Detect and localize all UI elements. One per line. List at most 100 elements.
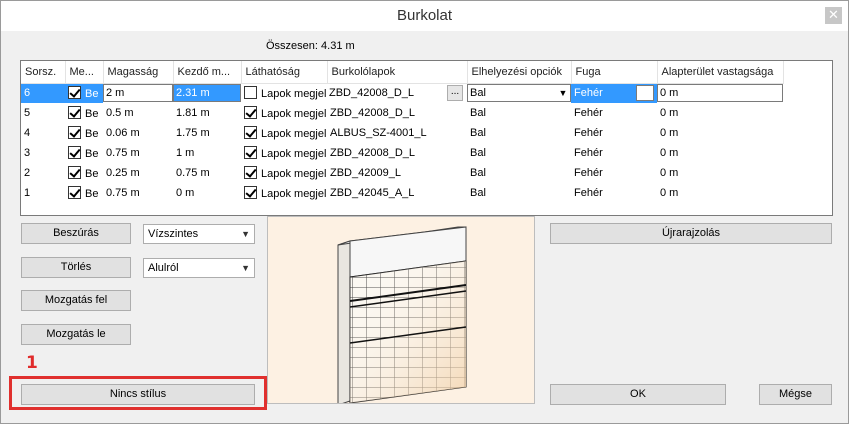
visibility-checkbox[interactable] [244,146,257,159]
cell-visibility[interactable]: Lapok megjel [241,163,327,183]
layers-table[interactable]: Sorsz. Me... Magasság Kezdő m... Látható… [20,60,833,216]
table-row[interactable]: 3 Be 0.75 m 1 m Lapok megjel ZBD_42008_D… [21,143,783,163]
table-row-selected[interactable]: 6 Be 2 m 2.31 m Lapok megjel ZBD_42008_D… [21,83,783,103]
cell-height[interactable]: 0.25 m [103,163,173,183]
cell-height[interactable]: 2 m [103,83,173,103]
cell-tiles[interactable]: ALBUS_SZ-4001_L [327,123,467,143]
cell-tiles[interactable]: ZBD_42045_A_L [327,183,467,203]
cell-height[interactable]: 0.75 m [103,183,173,203]
col-header-joint[interactable]: Fuga [571,61,658,84]
cancel-button[interactable]: Mégse [759,384,832,405]
cell-placement[interactable]: Bal [467,123,571,143]
col-header-height[interactable]: Magasság [103,61,174,84]
cell-index: 4 [24,127,31,139]
move-down-button[interactable]: Mozgatás le [21,324,131,345]
delete-button[interactable]: Törlés [21,257,131,278]
cell-visibility[interactable]: Lapok megjel [241,103,327,123]
cell-visible[interactable]: Be [65,183,103,203]
visible-checkbox[interactable] [68,146,81,159]
color-swatch[interactable] [636,85,654,102]
cell-joint[interactable]: Fehér [571,143,657,163]
redraw-button[interactable]: Újrarajzolás [550,223,832,244]
col-header-visibility[interactable]: Láthatóság [241,61,328,84]
height-input[interactable]: 2 m [103,84,173,103]
browse-tiles-button[interactable]: ... [447,85,463,102]
cell-thickness[interactable]: 0 m [657,183,783,203]
cell-thickness[interactable]: 0 m [657,123,783,143]
cell-visible[interactable]: Be [65,163,103,183]
visibility-checkbox[interactable] [244,166,257,179]
thickness-input[interactable]: 0 m [657,84,783,103]
cell-joint[interactable]: Fehér [571,83,657,103]
layers-grid: Sorsz. Me... Magasság Kezdő m... Látható… [21,61,784,203]
orientation-select[interactable]: Vízszintes ▼ [143,224,255,244]
cell-visibility[interactable]: Lapok megjel [241,83,327,103]
chevron-down-icon[interactable]: ▼ [241,259,250,277]
insert-button[interactable]: Beszúrás [21,223,131,244]
cell-placement[interactable]: Bal [467,163,571,183]
start-input[interactable]: 2.31 m [173,84,241,103]
visible-checkbox[interactable] [68,186,81,199]
table-row[interactable]: 2 Be 0.25 m 0.75 m Lapok megjel ZBD_4200… [21,163,783,183]
cell-tiles[interactable]: ZBD_42009_L [327,163,467,183]
table-row[interactable]: 4 Be 0.06 m 1.75 m Lapok megjel ALBUS_SZ… [21,123,783,143]
visible-checkbox[interactable] [68,166,81,179]
chevron-down-icon[interactable]: ▼ [556,85,570,101]
col-header-index[interactable]: Sorsz. [21,61,66,84]
cell-placement[interactable]: Bal [467,143,571,163]
cell-thickness[interactable]: 0 m [657,163,783,183]
move-up-button[interactable]: Mozgatás fel [21,290,131,311]
cell-visible[interactable]: Be [65,103,103,123]
visibility-checkbox[interactable] [244,186,257,199]
cell-joint[interactable]: Fehér [571,123,657,143]
cell-start[interactable]: 0.75 m [173,163,241,183]
ok-button[interactable]: OK [550,384,726,405]
visibility-checkbox[interactable] [244,106,257,119]
cell-visibility[interactable]: Lapok megjel [241,123,327,143]
table-row[interactable]: 1 Be 0.75 m 0 m Lapok megjel ZBD_42045_A… [21,183,783,203]
col-header-thickness[interactable]: Alapterület vastagsága [657,61,784,84]
visibility-checkbox[interactable] [244,86,257,100]
cell-start[interactable]: 1.81 m [173,103,241,123]
cell-placement[interactable]: Bal ▼ [467,83,571,103]
col-header-start[interactable]: Kezdő m... [173,61,242,84]
cell-visibility[interactable]: Lapok megjel [241,143,327,163]
visible-checkbox[interactable] [68,126,81,139]
col-header-placement[interactable]: Elhelyezési opciók [467,61,572,84]
col-header-visible[interactable]: Me... [65,61,104,84]
cell-height[interactable]: 0.06 m [103,123,173,143]
cell-start[interactable]: 1.75 m [173,123,241,143]
cell-placement[interactable]: Bal [467,183,571,203]
cell-start[interactable]: 1 m [173,143,241,163]
cell-visibility[interactable]: Lapok megjel [241,183,327,203]
direction-select[interactable]: Alulról ▼ [143,258,255,278]
chevron-down-icon[interactable]: ▼ [241,225,250,243]
table-row[interactable]: 5 Be 0.5 m 1.81 m Lapok megjel ZBD_42008… [21,103,783,123]
cell-placement[interactable]: Bal [467,103,571,123]
visible-checkbox[interactable] [68,106,81,119]
cell-tiles[interactable]: ZBD_42008_D_L... [327,83,467,103]
cell-joint[interactable]: Fehér [571,103,657,123]
no-style-button[interactable]: Nincs stílus [21,384,255,405]
cell-tiles[interactable]: ZBD_42008_D_L [327,143,467,163]
visible-checkbox[interactable] [68,86,81,100]
placement-select[interactable]: Bal ▼ [467,84,571,103]
cell-thickness[interactable]: 0 m [657,103,783,123]
cell-tiles[interactable]: ZBD_42008_D_L [327,103,467,123]
cell-start[interactable]: 0 m [173,183,241,203]
cell-index: 3 [24,147,31,159]
cell-joint[interactable]: Fehér [571,183,657,203]
cell-visible[interactable]: Be [65,123,103,143]
col-header-tiles[interactable]: Burkolólapok [327,61,468,84]
cell-start[interactable]: 2.31 m [173,83,241,103]
cell-visible[interactable]: Be [65,143,103,163]
close-icon[interactable]: ✕ [825,7,842,24]
visibility-checkbox[interactable] [244,126,257,139]
cell-thickness[interactable]: 0 m [657,83,783,103]
cell-visible[interactable]: Be [65,83,103,103]
cell-height[interactable]: 0.5 m [103,103,173,123]
cell-joint[interactable]: Fehér [571,163,657,183]
cell-height[interactable]: 0.75 m [103,143,173,163]
burkolat-dialog: Burkolat ✕ Összesen: 4.31 m Sorsz. Me...… [0,0,849,424]
cell-thickness[interactable]: 0 m [657,143,783,163]
